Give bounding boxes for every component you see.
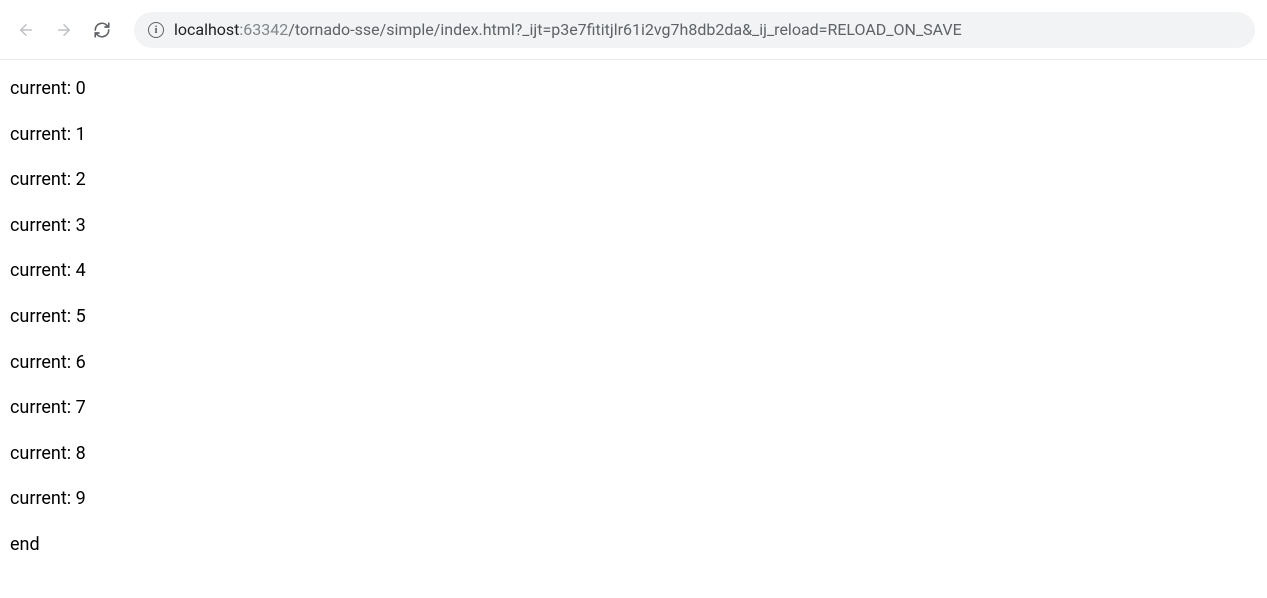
output-line: current: 9 <box>10 488 1257 510</box>
arrow-left-icon <box>17 21 35 39</box>
page-content: current: 0 current: 1 current: 2 current… <box>0 60 1267 598</box>
output-line: current: 0 <box>10 78 1257 100</box>
reload-icon <box>93 21 111 39</box>
output-line: current: 6 <box>10 352 1257 374</box>
info-icon[interactable]: i <box>148 22 164 38</box>
browser-toolbar: i localhost:63342/tornado-sse/simple/ind… <box>0 0 1267 60</box>
reload-button[interactable] <box>88 16 116 44</box>
url-host: localhost <box>174 20 239 39</box>
output-line: current: 2 <box>10 169 1257 191</box>
output-line: current: 8 <box>10 443 1257 465</box>
output-line: end <box>10 534 1257 556</box>
arrow-right-icon <box>55 21 73 39</box>
address-bar[interactable]: i localhost:63342/tornado-sse/simple/ind… <box>134 12 1255 48</box>
output-line: current: 4 <box>10 260 1257 282</box>
url-port: :63342 <box>239 20 288 39</box>
output-line: current: 7 <box>10 397 1257 419</box>
url-path: /tornado-sse/simple/index.html?_ijt=p3e7… <box>288 20 961 39</box>
output-line: current: 3 <box>10 215 1257 237</box>
url-text: localhost:63342/tornado-sse/simple/index… <box>174 20 962 39</box>
back-button[interactable] <box>12 16 40 44</box>
output-line: current: 1 <box>10 124 1257 146</box>
forward-button[interactable] <box>50 16 78 44</box>
output-line: current: 5 <box>10 306 1257 328</box>
